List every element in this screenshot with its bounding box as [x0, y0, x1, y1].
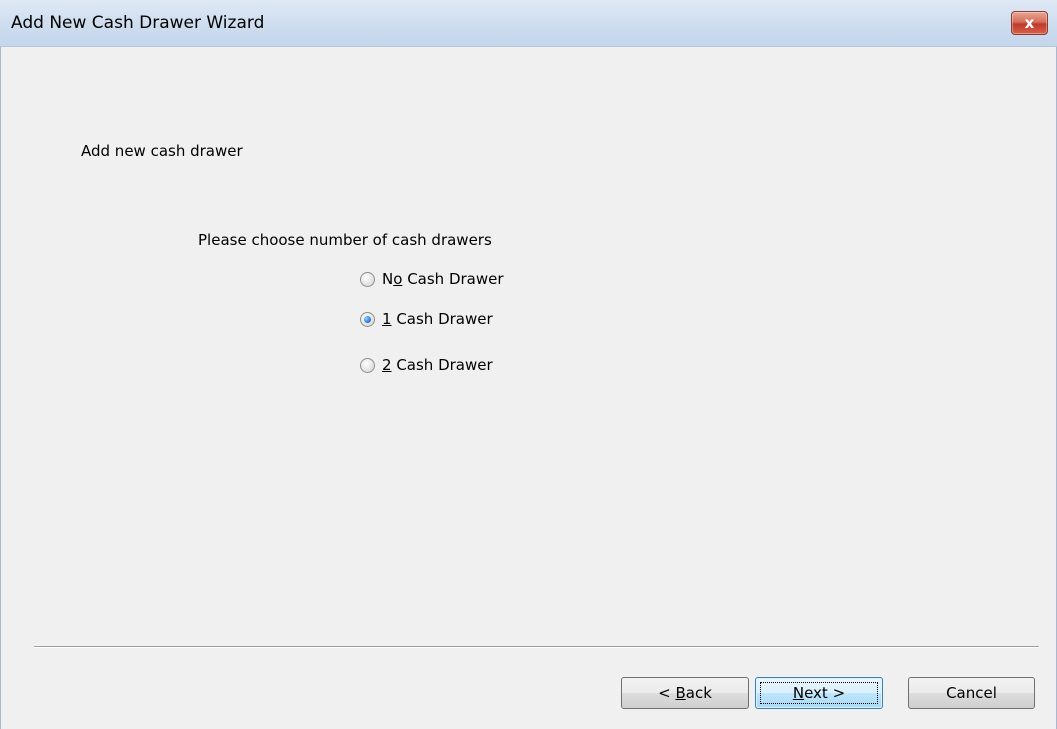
close-button[interactable]: x — [1011, 11, 1048, 35]
wizard-page: Add new cash drawer Please choose number… — [0, 47, 1057, 729]
radio-label[interactable]: No Cash Drawer — [382, 270, 504, 288]
close-icon: x — [1024, 14, 1035, 32]
cancel-button[interactable]: Cancel — [908, 677, 1035, 709]
back-button-label: < Back — [658, 684, 712, 702]
back-button[interactable]: < Back — [621, 677, 749, 709]
next-button[interactable]: Next > — [755, 677, 883, 709]
cancel-button-label: Cancel — [946, 684, 997, 702]
radio-no-cash-drawer[interactable]: No Cash Drawer — [360, 270, 504, 288]
radio-button[interactable] — [360, 357, 375, 373]
choice-prompt: Please choose number of cash drawers — [198, 231, 492, 249]
radio-label[interactable]: 1 Cash Drawer — [382, 310, 493, 328]
footer-separator — [34, 646, 1039, 648]
window-title: Add New Cash Drawer Wizard — [11, 13, 265, 33]
radio-label[interactable]: 2 Cash Drawer — [382, 356, 493, 374]
radio-button-selected[interactable] — [360, 311, 375, 327]
focus-rectangle — [760, 682, 878, 704]
page-heading: Add new cash drawer — [81, 142, 243, 160]
radio-1-cash-drawer[interactable]: 1 Cash Drawer — [360, 310, 493, 328]
title-bar[interactable]: Add New Cash Drawer Wizard x — [0, 0, 1057, 47]
wizard-window: Add New Cash Drawer Wizard x Add new cas… — [0, 0, 1057, 729]
radio-button[interactable] — [360, 271, 375, 287]
radio-2-cash-drawer[interactable]: 2 Cash Drawer — [360, 356, 493, 374]
